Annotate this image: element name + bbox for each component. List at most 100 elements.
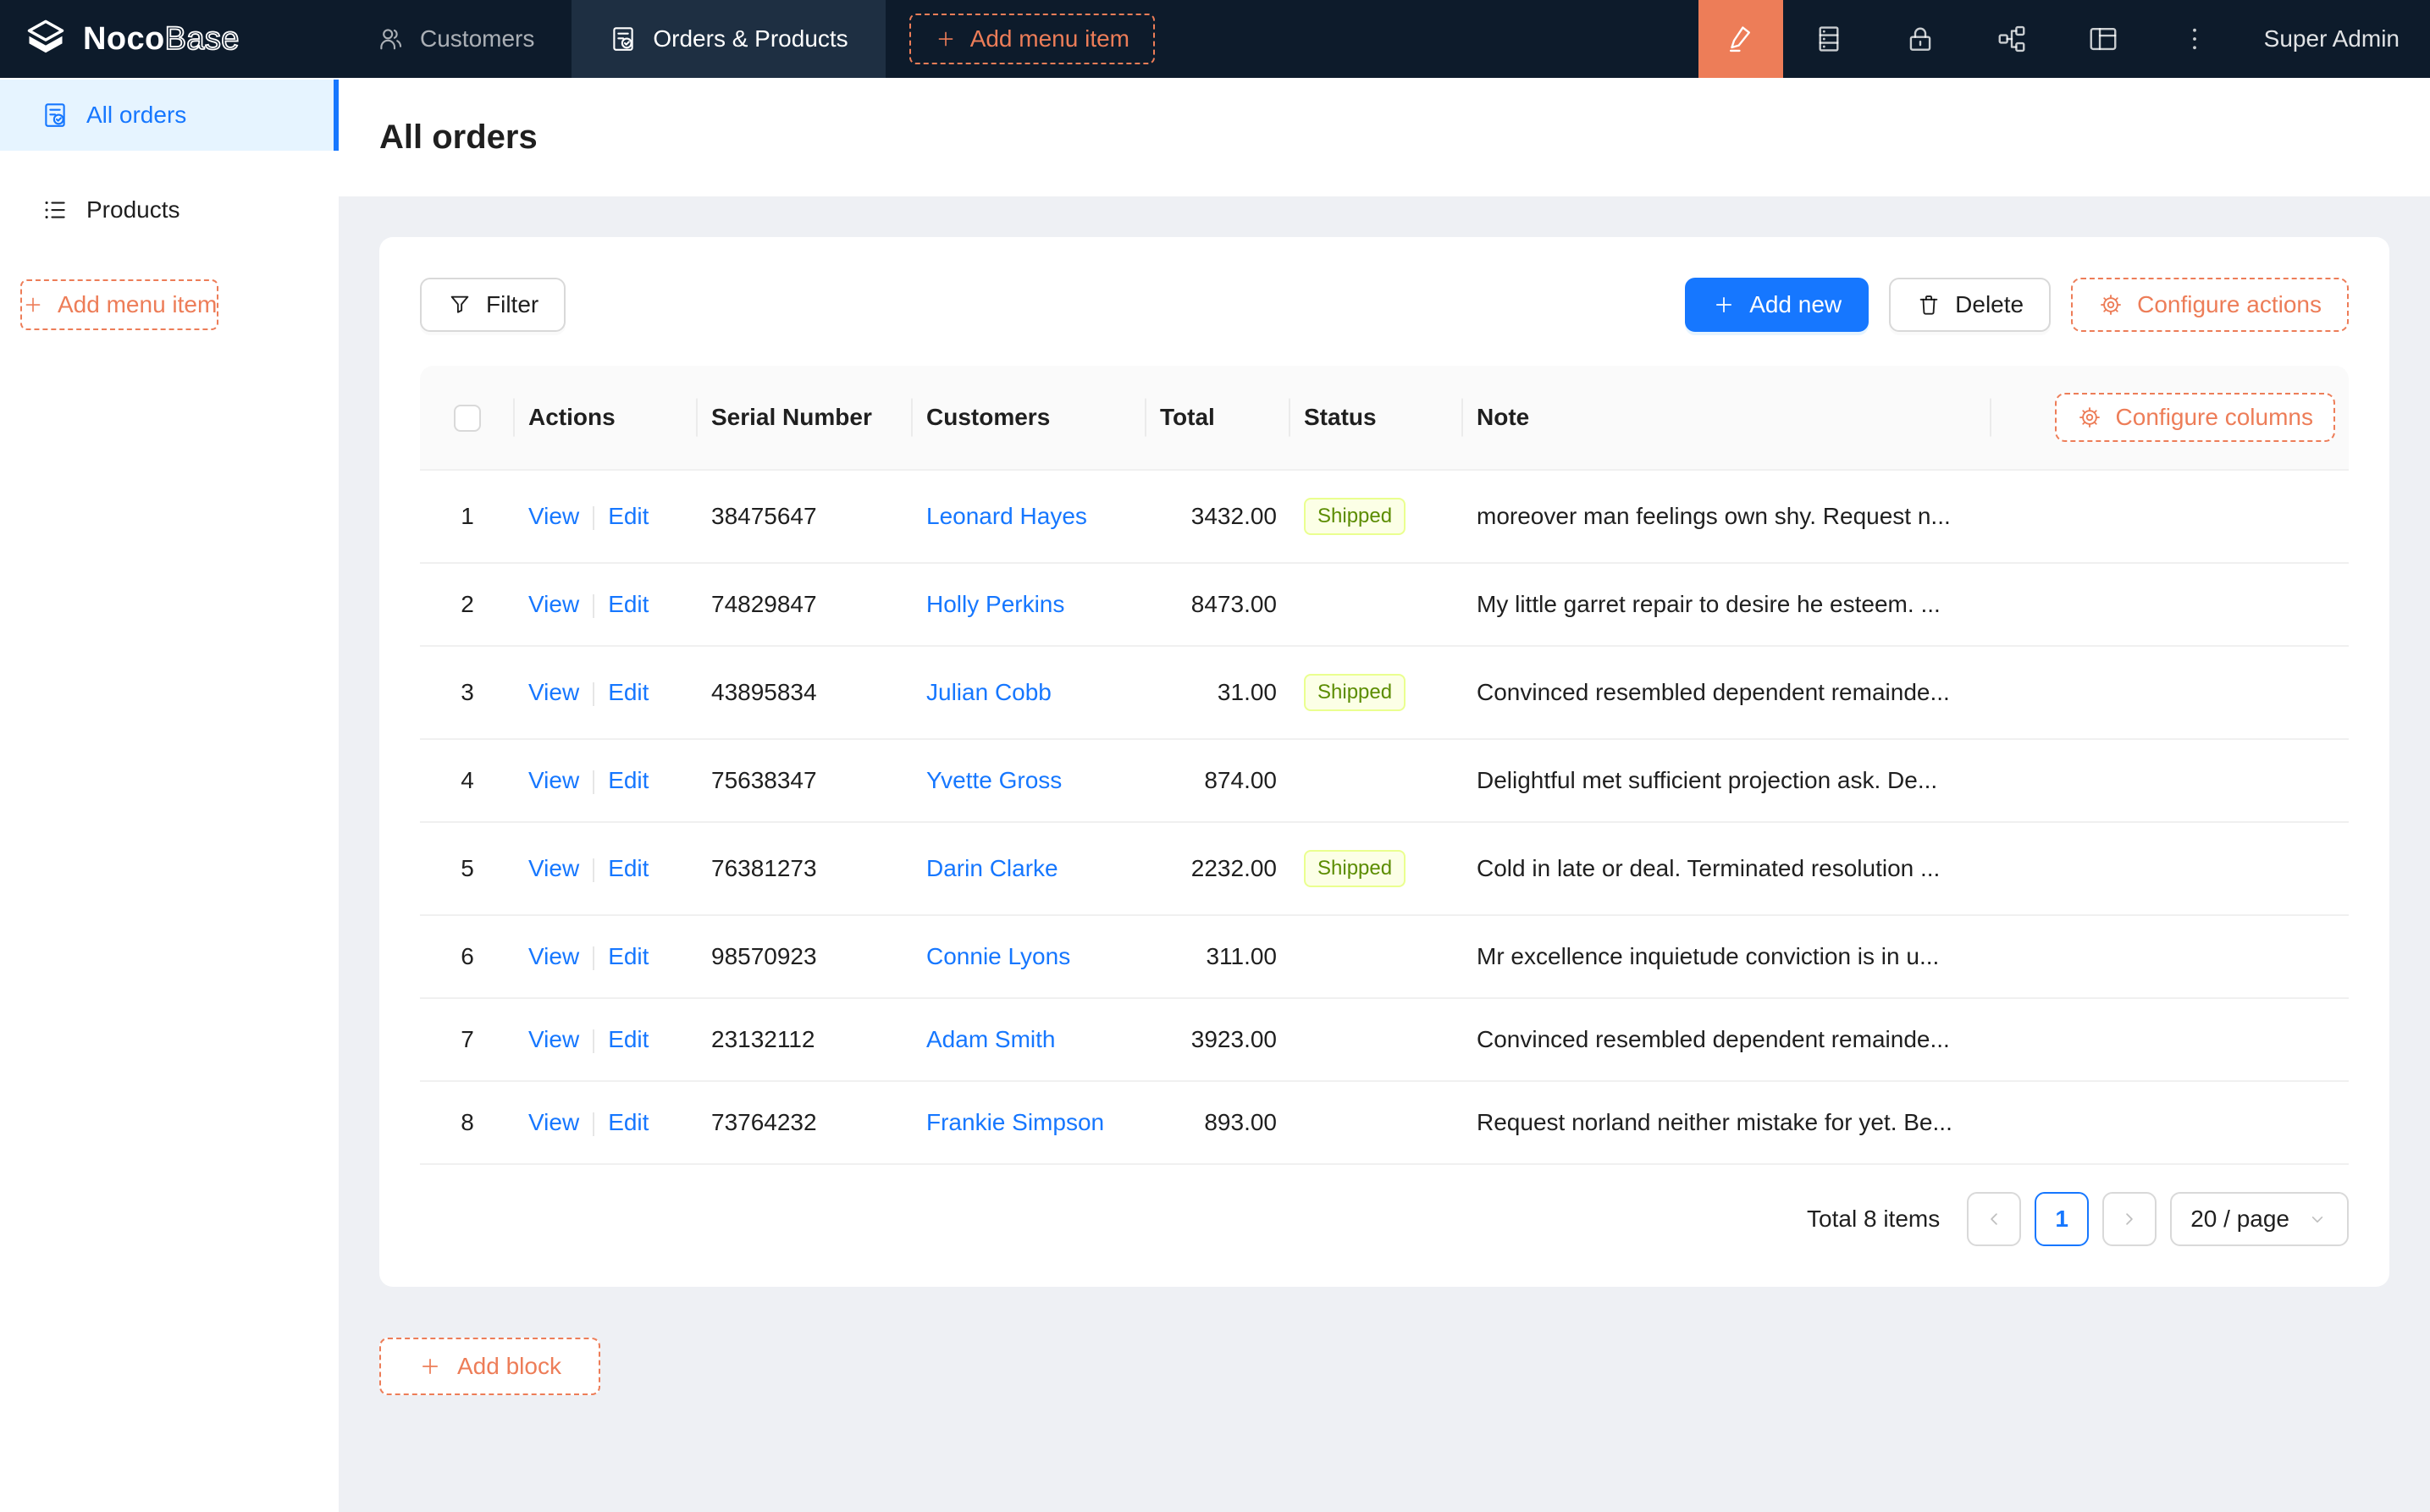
table-row: 3 ViewEdit 43895834 Julian Cobb 31.00 Sh… — [420, 647, 2349, 740]
view-link[interactable]: View — [528, 767, 579, 793]
view-link[interactable]: View — [528, 1109, 579, 1135]
customer-link[interactable]: Connie Lyons — [926, 943, 1070, 969]
actions-divider — [593, 682, 594, 706]
add-new-button[interactable]: Add new — [1685, 278, 1869, 332]
view-link[interactable]: View — [528, 943, 579, 969]
ui-editor-highlighter-icon — [1725, 23, 1757, 55]
serial-number-cell: 73764232 — [698, 1082, 913, 1165]
nocobase-logo[interactable]: NocoBase — [0, 0, 339, 78]
ui-editor-button[interactable] — [1698, 0, 1783, 78]
collections-button[interactable] — [1783, 0, 1875, 78]
edit-link[interactable]: Edit — [608, 591, 649, 617]
customer-cell: Leonard Hayes — [913, 471, 1146, 564]
tab-orders-products[interactable]: Orders & Products — [572, 0, 885, 78]
view-link[interactable]: View — [528, 679, 579, 705]
user-menu[interactable]: Super Admin — [2240, 0, 2430, 78]
column-header-serial-number: Serial Number — [698, 366, 913, 471]
nocobase-logo-icon — [24, 17, 68, 61]
add-block-button[interactable]: Add block — [379, 1338, 600, 1395]
order-total: 31.00 — [1218, 679, 1277, 705]
edit-link[interactable]: Edit — [608, 679, 649, 705]
view-link[interactable]: View — [528, 1026, 579, 1052]
plus-icon — [418, 1355, 442, 1378]
customer-link[interactable]: Adam Smith — [926, 1026, 1056, 1052]
sidebar-add-menu-item-button[interactable]: Add menu item — [20, 279, 218, 330]
customer-link[interactable]: Leonard Hayes — [926, 503, 1087, 529]
serial-number-cell: 74829847 — [698, 564, 913, 647]
actions-cell: View Edit — [515, 916, 698, 999]
pagination-next-button[interactable] — [2102, 1192, 2157, 1246]
edit-link[interactable]: Edit — [608, 503, 649, 529]
orders-table: Actions Serial Number Customers Total St… — [420, 366, 2349, 1165]
status-cell — [1290, 1082, 1463, 1165]
edit-link[interactable]: Edit — [608, 767, 649, 793]
more-button[interactable] — [2149, 0, 2240, 78]
note-cell: Mr excellence inquietude conviction is i… — [1463, 916, 1991, 999]
page-size-select[interactable]: 20 / page — [2170, 1192, 2349, 1246]
status-cell: Shipped — [1290, 823, 1463, 916]
tab-customers[interactable]: Customers — [339, 0, 572, 78]
table-row: 5 ViewEdit 76381273 Darin Clarke 2232.00… — [420, 823, 2349, 916]
pagination-total: Total 8 items — [1807, 1206, 1940, 1233]
sidebar-item-products[interactable]: Products — [0, 174, 339, 246]
pagination-page-1-button[interactable]: 1 — [2035, 1192, 2089, 1246]
note-cell: Convinced resembled dependent remainde..… — [1463, 647, 1991, 740]
nocobase-logo-text: NocoBase — [83, 21, 240, 58]
order-total: 3432.00 — [1191, 503, 1277, 529]
customer-link[interactable]: Julian Cobb — [926, 679, 1052, 705]
column-header-actions: Actions — [515, 366, 698, 471]
plus-icon — [1712, 293, 1736, 317]
total-cell: 2232.00 — [1146, 823, 1290, 916]
configure-columns-button[interactable]: Configure columns — [2055, 393, 2335, 442]
collections-icon — [1813, 23, 1845, 55]
actions-divider — [593, 946, 594, 970]
status-tag: Shipped — [1304, 498, 1406, 535]
header-add-menu-item-button[interactable]: Add menu item — [909, 14, 1155, 64]
table-toolbar: Filter Add new Delete Conf — [420, 278, 2349, 332]
edit-link[interactable]: Edit — [608, 1109, 649, 1135]
edit-link[interactable]: Edit — [608, 1026, 649, 1052]
empty-cell — [1991, 916, 2349, 999]
serial-number: 75638347 — [711, 767, 817, 793]
trash-icon — [1916, 292, 1941, 317]
customer-link[interactable]: Holly Perkins — [926, 591, 1064, 617]
total-cell: 874.00 — [1146, 740, 1290, 823]
tab-label: Customers — [420, 25, 534, 52]
serial-number: 38475647 — [711, 503, 817, 529]
page-title: All orders — [379, 119, 538, 157]
sidebar-item-all-orders[interactable]: All orders — [0, 80, 339, 151]
api-button[interactable] — [1966, 0, 2057, 78]
delete-button[interactable]: Delete — [1889, 278, 2051, 332]
pagination-prev-button[interactable] — [1967, 1192, 2021, 1246]
edit-link[interactable]: Edit — [608, 855, 649, 881]
customer-link[interactable]: Yvette Gross — [926, 767, 1062, 793]
actions-cell: View Edit — [515, 1082, 698, 1165]
serial-number: 74829847 — [711, 591, 817, 617]
tab-label: Orders & Products — [653, 25, 848, 52]
table-row: 2 ViewEdit 74829847 Holly Perkins 8473.0… — [420, 564, 2349, 647]
api-icon — [1996, 23, 2028, 55]
serial-number: 98570923 — [711, 943, 817, 969]
select-all-checkbox[interactable] — [454, 405, 481, 432]
table-body: 1 ViewEdit 38475647 Leonard Hayes 3432.0… — [420, 471, 2349, 1165]
edit-link[interactable]: Edit — [608, 943, 649, 969]
lock-icon — [1904, 23, 1936, 55]
filter-funnel-icon — [447, 292, 472, 317]
actions-cell: View Edit — [515, 740, 698, 823]
configure-actions-button[interactable]: Configure actions — [2071, 278, 2349, 332]
row-index: 8 — [461, 1109, 474, 1135]
view-link[interactable]: View — [528, 855, 579, 881]
main-area: All orders Filter Add new — [339, 78, 2430, 1512]
filter-button[interactable]: Filter — [420, 278, 566, 332]
actions-cell: View Edit — [515, 471, 698, 564]
layout-button[interactable] — [2057, 0, 2149, 78]
view-link[interactable]: View — [528, 591, 579, 617]
customer-cell: Frankie Simpson — [913, 1082, 1146, 1165]
empty-cell — [1991, 564, 2349, 647]
view-link[interactable]: View — [528, 503, 579, 529]
customer-link[interactable]: Darin Clarke — [926, 855, 1058, 881]
total-cell: 3923.00 — [1146, 999, 1290, 1082]
permissions-button[interactable] — [1875, 0, 1966, 78]
customer-link[interactable]: Frankie Simpson — [926, 1109, 1104, 1135]
actions-divider — [593, 506, 594, 530]
